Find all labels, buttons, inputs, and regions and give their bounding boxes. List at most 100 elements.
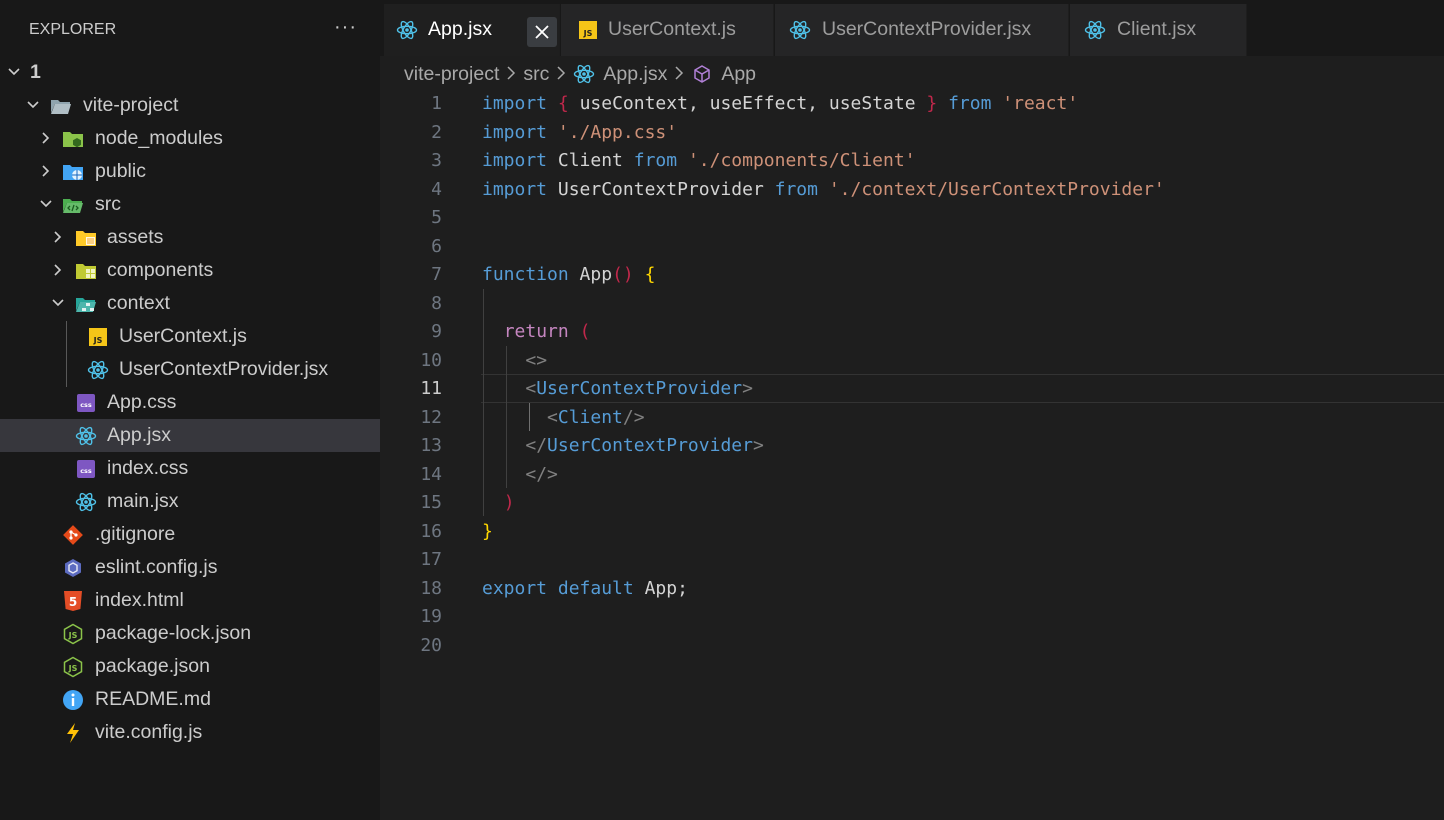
editor-tab-bar: App.jsx JS UserContext.js UserContextPro…	[380, 0, 1444, 56]
tree-item-label: 1	[30, 61, 41, 83]
folder-open-icon	[50, 95, 72, 117]
eslint-icon	[62, 557, 84, 579]
tree-item-label: README.md	[95, 688, 211, 710]
tree-item-label: App.jsx	[107, 424, 171, 446]
code-line[interactable]: return (	[482, 318, 591, 347]
tree-item-label: UserContextProvider.jsx	[119, 358, 329, 380]
line-number: 9	[431, 321, 442, 342]
tree-item-components[interactable]: components	[0, 254, 380, 287]
react-icon	[75, 425, 97, 447]
line-number: 8	[431, 292, 442, 314]
js-file-icon: JS	[87, 326, 109, 348]
line-number: 18	[420, 577, 442, 599]
tab-client-jsx[interactable]: Client.jsx	[1070, 4, 1247, 56]
tree-item-label: src	[95, 193, 121, 215]
node-file-icon: JS	[62, 656, 84, 678]
tree-item-app-css[interactable]: css App.css	[0, 386, 380, 419]
code-line[interactable]: </UserContextProvider>	[482, 432, 763, 461]
tree-item-label: App.css	[107, 391, 177, 413]
chevron-down-icon	[40, 200, 52, 208]
close-icon[interactable]	[527, 17, 557, 47]
chevron-right-icon	[42, 132, 50, 144]
tree-item-src[interactable]: src	[0, 188, 380, 221]
code-line[interactable]: import UserContextProvider from './conte…	[482, 176, 1165, 205]
tree-item-main-jsx[interactable]: main.jsx	[0, 485, 380, 518]
code-line[interactable]: }	[482, 518, 493, 547]
tree-item-label: vite.config.js	[95, 721, 203, 743]
svg-text:5: 5	[69, 595, 77, 609]
breadcrumb: vite-project src App.jsx App	[404, 60, 756, 88]
tab-label: App.jsx	[428, 18, 492, 40]
tree-item-readme[interactable]: README.md	[0, 683, 380, 716]
tree-item-vite-config[interactable]: vite.config.js	[0, 716, 380, 749]
tree-item-label: context	[107, 292, 170, 314]
line-number: 17	[420, 549, 442, 570]
explorer-sidebar: EXPLORER ··· 1 vite-project node_modules…	[0, 0, 380, 820]
tree-item-node-modules[interactable]: node_modules	[0, 122, 380, 155]
tree-item-label: node_modules	[95, 127, 223, 149]
code-line[interactable]: <Client/>	[482, 404, 645, 433]
breadcrumb-item-app-symbol[interactable]: App	[691, 63, 756, 86]
more-actions-icon[interactable]: ···	[334, 17, 357, 37]
code-line[interactable]: export default App;	[482, 575, 688, 604]
svg-text:css: css	[80, 467, 92, 475]
tree-item-package-lock[interactable]: JS package-lock.json	[0, 617, 380, 650]
code-line[interactable]: </>	[482, 461, 558, 490]
tree-item-app-jsx[interactable]: App.jsx	[0, 419, 380, 452]
tab-app-jsx[interactable]: App.jsx	[384, 4, 560, 56]
tree-item-vite-project[interactable]: vite-project	[0, 89, 380, 122]
line-number: 3	[431, 150, 442, 171]
tree-item-eslint-config[interactable]: eslint.config.js	[0, 551, 380, 584]
node-folder-icon	[62, 128, 84, 150]
code-line[interactable]: function App() {	[482, 261, 655, 290]
tree-item-label: package.json	[95, 655, 210, 677]
code-line[interactable]: )	[482, 489, 515, 518]
breadcrumb-label: App	[721, 62, 757, 85]
explorer-title: EXPLORER	[29, 21, 117, 38]
tree-item-package-json[interactable]: JS package.json	[0, 650, 380, 683]
code-line[interactable]: import Client from './components/Client'	[482, 147, 916, 176]
tree-item-context[interactable]: context	[0, 287, 380, 320]
svg-text:JS: JS	[68, 664, 78, 673]
tree-item-label: UserContext.js	[119, 325, 247, 347]
breadcrumb-item-src[interactable]: src	[523, 63, 549, 86]
tree-item-label: assets	[107, 226, 164, 248]
tree-item-label: public	[95, 160, 146, 182]
svg-text:css: css	[80, 401, 92, 409]
tree-item-usercontext-js[interactable]: JS UserContext.js	[0, 320, 380, 353]
tree-item-label: eslint.config.js	[95, 556, 218, 578]
chevron-down-icon	[8, 68, 20, 76]
components-folder-icon	[75, 260, 97, 282]
tree-item-usercontextprovider-jsx[interactable]: UserContextProvider.jsx	[0, 353, 380, 386]
tree-item-label: vite-project	[83, 94, 179, 116]
tree-item-assets[interactable]: assets	[0, 221, 380, 254]
vite-icon	[62, 722, 84, 744]
explorer-header: EXPLORER ···	[0, 0, 380, 60]
code-line[interactable]: <>	[482, 347, 547, 376]
line-number: 20	[420, 634, 442, 656]
tree-item-public[interactable]: public	[0, 155, 380, 188]
tab-label: UserContext.js	[608, 18, 736, 40]
tab-usercontextprovider-jsx[interactable]: UserContextProvider.jsx	[775, 4, 1069, 56]
code-line[interactable]: <UserContextProvider>	[482, 375, 753, 404]
tree-item-index-html[interactable]: 5 index.html	[0, 584, 380, 617]
chevron-right-icon	[555, 64, 567, 85]
tab-usercontext-js[interactable]: JS UserContext.js	[561, 4, 774, 56]
code-editor[interactable]: 1 2 3 4 5 6 7 8 9 10 11 12 13 14 15 16 17 18 19 20 import {…	[380, 90, 1444, 820]
line-number: 16	[420, 520, 442, 542]
tree-item-root[interactable]: 1	[0, 56, 380, 89]
src-folder-icon	[62, 194, 84, 216]
breadcrumb-item-vite-project[interactable]: vite-project	[404, 63, 499, 86]
breadcrumb-item-app-jsx[interactable]: App.jsx	[573, 63, 667, 86]
code-line[interactable]: import './App.css'	[482, 119, 677, 148]
public-folder-icon	[62, 161, 84, 183]
tree-item-index-css[interactable]: css index.css	[0, 452, 380, 485]
react-icon	[789, 19, 811, 41]
js-file-icon: JS	[577, 19, 599, 41]
line-number: 10	[420, 349, 442, 371]
code-line[interactable]: import { useContext, useEffect, useState…	[482, 90, 1078, 119]
tree-item-gitignore[interactable]: .gitignore	[0, 518, 380, 551]
line-number: 1	[431, 93, 442, 114]
chevron-right-icon	[505, 64, 517, 85]
react-icon	[396, 19, 418, 41]
